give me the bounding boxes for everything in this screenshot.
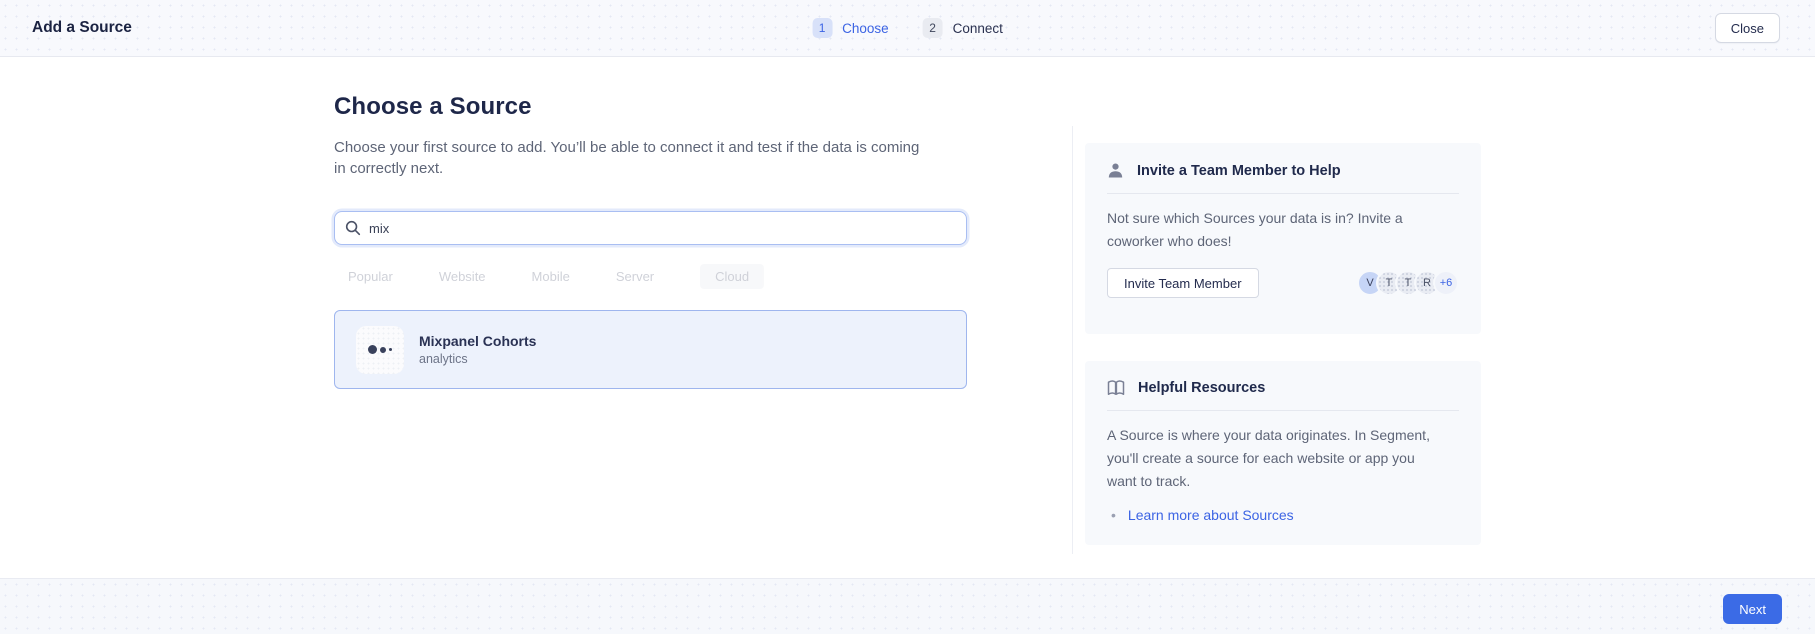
main-content: Choose a Source Choose your first source…: [334, 85, 967, 389]
bullet-point: •: [1111, 507, 1116, 523]
source-card-text: Mixpanel Cohorts analytics: [419, 333, 536, 366]
source-category: analytics: [419, 352, 536, 366]
category-tabs: Popular Website Mobile Server Cloud: [348, 264, 967, 289]
page-title: Add a Source: [32, 19, 132, 37]
learn-more-sources-link[interactable]: Learn more about Sources: [1128, 507, 1294, 523]
source-search: [334, 211, 967, 245]
person-icon: [1107, 162, 1124, 179]
tab-popular[interactable]: Popular: [348, 269, 393, 284]
footer-bar: Next: [0, 578, 1815, 634]
invite-panel-title: Invite a Team Member to Help: [1137, 163, 1341, 179]
tab-cloud[interactable]: Cloud: [700, 264, 764, 289]
search-input[interactable]: [334, 211, 967, 245]
step-connect-label: Connect: [953, 21, 1003, 36]
step-choose-number: 1: [812, 18, 832, 38]
source-card-mixpanel-cohorts[interactable]: Mixpanel Cohorts analytics: [334, 310, 967, 389]
source-name: Mixpanel Cohorts: [419, 333, 536, 349]
step-connect[interactable]: 2 Connect: [923, 18, 1003, 38]
tab-mobile[interactable]: Mobile: [532, 269, 570, 284]
divider: [1107, 410, 1459, 411]
tab-website[interactable]: Website: [439, 269, 486, 284]
next-button[interactable]: Next: [1723, 594, 1782, 624]
section-heading: Choose a Source: [334, 93, 967, 121]
resources-panel-title: Helpful Resources: [1138, 380, 1265, 396]
search-icon: [345, 220, 361, 236]
section-description: Choose your first source to add. You’ll …: [334, 137, 928, 179]
tab-server[interactable]: Server: [616, 269, 654, 284]
avatar-overflow-badge[interactable]: +6: [1433, 270, 1459, 296]
step-choose[interactable]: 1 Choose: [812, 18, 889, 38]
close-button[interactable]: Close: [1715, 13, 1780, 43]
wizard-stepper: 1 Choose 2 Connect: [812, 18, 1003, 38]
mixpanel-dots-icon: [356, 326, 404, 374]
step-choose-label: Choose: [842, 21, 889, 36]
invite-team-member-button[interactable]: Invite Team Member: [1107, 268, 1259, 298]
resources-panel-body: A Source is where your data originates. …: [1107, 424, 1447, 493]
book-icon: [1107, 380, 1125, 396]
team-avatar-stack: V T T R +6: [1357, 270, 1459, 296]
step-connect-number: 2: [923, 18, 943, 38]
top-bar: Add a Source 1 Choose 2 Connect Close: [0, 0, 1815, 57]
divider: [1107, 193, 1459, 194]
helpful-resources-panel: Helpful Resources A Source is where your…: [1085, 361, 1481, 545]
invite-panel-body: Not sure which Sources your data is in? …: [1107, 207, 1447, 253]
content-sidebar-divider: [1072, 126, 1073, 554]
invite-team-panel: Invite a Team Member to Help Not sure wh…: [1085, 143, 1481, 334]
